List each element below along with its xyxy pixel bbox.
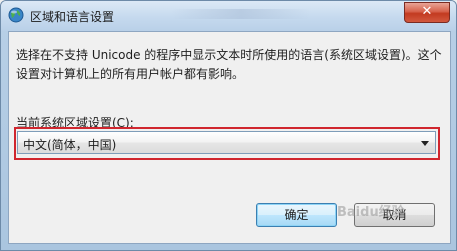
title-blur-area xyxy=(171,9,311,19)
locale-select-value: 中文(简体，中国) xyxy=(23,138,117,152)
ok-button[interactable]: 确定 xyxy=(256,203,337,227)
chevron-down-icon[interactable] xyxy=(421,141,429,146)
watermark: Baidu经验 xyxy=(337,205,405,220)
dialog-window: 区域和语言设置 ✕ 选择在不支持 Unicode 的程序中显示文本时所使用的语言… xyxy=(0,0,457,251)
locale-select[interactable]: 中文(简体，中国) xyxy=(17,131,436,154)
globe-icon xyxy=(8,7,24,23)
window-title: 区域和语言设置 xyxy=(30,10,115,24)
description-text: 选择在不支持 Unicode 的程序中显示文本时所使用的语言(系统区域设置)。这… xyxy=(16,48,442,81)
close-button[interactable]: ✕ xyxy=(404,2,450,23)
title-bar[interactable]: 区域和语言设置 ✕ xyxy=(1,1,456,31)
